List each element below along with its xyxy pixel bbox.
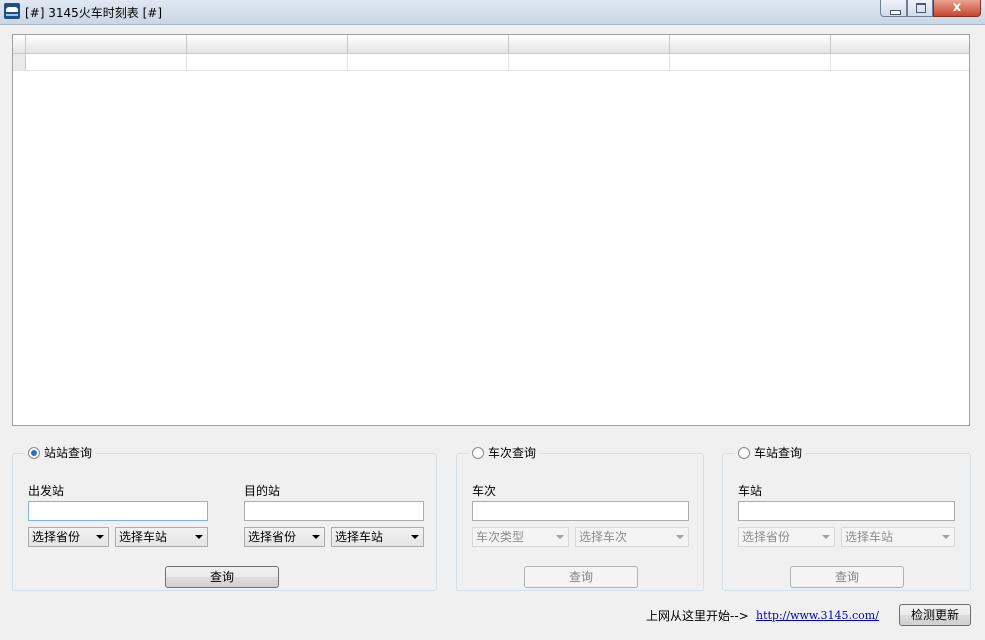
from-province-select[interactable]: 选择省份 [28, 527, 109, 547]
stop-query-option[interactable]: 车站查询 [735, 445, 806, 461]
results-grid[interactable] [12, 34, 970, 426]
station-query-button[interactable]: 查询 [165, 566, 279, 588]
train-select-value: 选择车次 [579, 530, 628, 544]
station-query-radio[interactable] [28, 447, 40, 459]
table-cell[interactable] [831, 54, 969, 70]
start-here-text: 上网从这里开始--> [646, 609, 749, 623]
train-number-label: 车次 [472, 484, 497, 498]
title-bar: [#] 3145火车时刻表 [#] x [0, 0, 985, 25]
chevron-down-icon [312, 535, 320, 539]
train-number-input[interactable] [472, 501, 689, 521]
stop-query-button[interactable]: 查询 [790, 566, 904, 588]
grid-header [13, 35, 969, 54]
chevron-down-icon [676, 535, 684, 539]
train-query-radio-label: 车次查询 [488, 446, 537, 460]
close-icon: x [952, 0, 962, 15]
row-header-corner [13, 35, 26, 53]
from-station-input[interactable] [28, 501, 208, 521]
from-station-value: 选择车站 [119, 530, 168, 544]
train-type-select[interactable]: 车次类型 [472, 527, 569, 547]
stop-query-radio[interactable] [738, 447, 750, 459]
table-cell[interactable] [670, 54, 831, 70]
train-query-button[interactable]: 查询 [524, 566, 638, 588]
website-link[interactable]: http://www.3145.com/ [756, 609, 879, 622]
station-query-radio-label: 站站查询 [44, 446, 93, 460]
train-type-value: 车次类型 [476, 530, 525, 544]
column-header[interactable] [670, 35, 831, 53]
to-station-label: 目的站 [244, 484, 281, 498]
to-province-value: 选择省份 [248, 530, 297, 544]
station-query-option[interactable]: 站站查询 [25, 445, 96, 461]
stop-station-value: 选择车站 [845, 530, 894, 544]
chevron-down-icon [411, 535, 419, 539]
to-province-select[interactable]: 选择省份 [244, 527, 325, 547]
stop-station-select[interactable]: 选择车站 [841, 527, 955, 547]
chevron-down-icon [556, 535, 564, 539]
stop-province-value: 选择省份 [742, 530, 791, 544]
table-cell[interactable] [348, 54, 509, 70]
to-station-input[interactable] [244, 501, 424, 521]
train-query-option[interactable]: 车次查询 [469, 445, 540, 461]
column-header[interactable] [831, 35, 969, 53]
to-station-select[interactable]: 选择车站 [331, 527, 424, 547]
column-header[interactable] [348, 35, 509, 53]
check-update-button[interactable]: 检测更新 [899, 604, 971, 626]
chevron-down-icon [96, 535, 104, 539]
column-header[interactable] [509, 35, 670, 53]
table-row[interactable] [13, 54, 969, 71]
table-cell[interactable] [509, 54, 670, 70]
maximize-button[interactable] [907, 0, 933, 17]
station-label: 车站 [738, 484, 763, 498]
from-station-select[interactable]: 选择车站 [115, 527, 208, 547]
stop-province-select[interactable]: 选择省份 [738, 527, 835, 547]
chevron-down-icon [942, 535, 950, 539]
row-header[interactable] [13, 54, 26, 70]
from-province-value: 选择省份 [32, 530, 81, 544]
window-title: [#] 3145火车时刻表 [#] [25, 6, 163, 20]
to-station-value: 选择车站 [335, 530, 384, 544]
train-app-icon[interactable] [4, 3, 20, 19]
close-button[interactable]: x [933, 0, 981, 17]
stop-query-radio-label: 车站查询 [754, 446, 803, 460]
train-select[interactable]: 选择车次 [575, 527, 689, 547]
column-header[interactable] [187, 35, 348, 53]
column-header[interactable] [26, 35, 187, 53]
chevron-down-icon [195, 535, 203, 539]
minimize-button[interactable] [880, 0, 907, 17]
train-query-radio[interactable] [472, 447, 484, 459]
table-cell[interactable] [187, 54, 348, 70]
chevron-down-icon [822, 535, 830, 539]
table-cell[interactable] [26, 54, 187, 70]
station-input[interactable] [738, 501, 955, 521]
from-station-label: 出发站 [28, 484, 65, 498]
